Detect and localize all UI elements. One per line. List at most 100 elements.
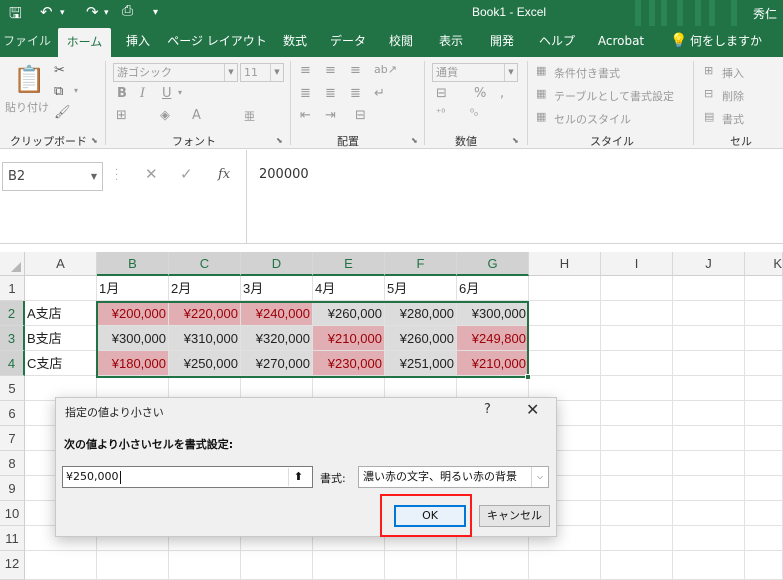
tell-me-search[interactable]: 何をしますか <box>690 26 780 57</box>
column-header-d[interactable]: D <box>241 252 313 276</box>
alignment-launcher-icon[interactable]: ⬊ <box>411 136 418 145</box>
print-preview-icon[interactable]: ⎙ <box>122 3 133 19</box>
cell-g1[interactable]: 6月 <box>457 276 529 301</box>
column-header-i[interactable]: I <box>601 252 673 276</box>
borders-icon[interactable]: ⊞ <box>116 108 127 123</box>
tab-review[interactable]: 校閲 <box>378 26 424 57</box>
underline-icon[interactable]: U <box>162 86 172 101</box>
cell-k7[interactable] <box>745 426 783 451</box>
cell-b3[interactable]: ¥300,000 <box>97 326 169 351</box>
paste-icon[interactable]: 📋 <box>13 65 45 95</box>
cell-f1[interactable]: 5月 <box>385 276 457 301</box>
cell-f4[interactable]: ¥251,000 <box>385 351 457 376</box>
cell-k12[interactable] <box>745 551 783 580</box>
column-header-b[interactable]: B <box>97 252 169 276</box>
decrease-decimal-icon[interactable]: ⁰₀ <box>470 108 478 119</box>
increase-indent-icon[interactable]: ⇥ <box>325 108 336 123</box>
align-middle-icon[interactable]: ≡ <box>325 63 336 78</box>
format-cells-button[interactable]: 書式 <box>722 111 744 127</box>
phonetic-icon[interactable]: 亜 <box>244 108 255 124</box>
row-header-4[interactable]: 4 <box>0 351 25 376</box>
accounting-format-icon[interactable]: ⊟ <box>436 86 447 101</box>
tab-home[interactable]: ホーム <box>58 28 111 57</box>
cell-b4[interactable]: ¥180,000 <box>97 351 169 376</box>
user-name[interactable]: 秀仁 <box>753 5 777 22</box>
cell-a4[interactable]: C支店 <box>25 351 97 376</box>
tab-insert[interactable]: 挿入 <box>114 26 162 57</box>
cell-b12[interactable] <box>97 551 169 580</box>
italic-icon[interactable]: I <box>140 86 145 101</box>
cell-d12[interactable] <box>241 551 313 580</box>
cell-k1[interactable] <box>745 276 783 301</box>
cell-i7[interactable] <box>601 426 673 451</box>
cell-k3[interactable] <box>745 326 783 351</box>
delete-cells-button[interactable]: 削除 <box>722 88 744 104</box>
cell-d1[interactable]: 3月 <box>241 276 313 301</box>
cell-k6[interactable] <box>745 401 783 426</box>
cell-e1[interactable]: 4月 <box>313 276 385 301</box>
cell-a2[interactable]: A支店 <box>25 301 97 326</box>
redo-icon[interactable]: ↷ <box>86 3 99 21</box>
formula-bar-grip[interactable]: · · · <box>115 166 118 186</box>
column-header-j[interactable]: J <box>673 252 745 276</box>
insert-function-icon[interactable]: fx <box>218 167 230 182</box>
cell-h1[interactable] <box>529 276 601 301</box>
cell-f12[interactable] <box>385 551 457 580</box>
redo-dropdown-icon[interactable]: ▾ <box>104 8 109 18</box>
align-right-icon[interactable]: ≣ <box>350 86 361 101</box>
cell-i1[interactable] <box>601 276 673 301</box>
delete-cells-icon[interactable]: ⊟ <box>704 87 713 100</box>
cell-g2[interactable]: ¥300,000 <box>457 301 529 326</box>
insert-cells-button[interactable]: 挿入 <box>722 65 744 81</box>
merge-center-icon[interactable]: ⊟ <box>355 108 366 123</box>
cancel-button[interactable]: キャンセル <box>479 505 550 527</box>
align-center-icon[interactable]: ≣ <box>325 86 336 101</box>
cell-h2[interactable] <box>529 301 601 326</box>
cell-d3[interactable]: ¥320,000 <box>241 326 313 351</box>
row-header-8[interactable]: 8 <box>0 451 25 476</box>
font-color-icon[interactable]: A <box>192 108 201 123</box>
format-cells-icon[interactable]: ▤ <box>704 110 714 123</box>
cell-i8[interactable] <box>601 451 673 476</box>
increase-decimal-icon[interactable]: ⁺⁰ <box>436 108 445 119</box>
cell-j4[interactable] <box>673 351 745 376</box>
cell-j8[interactable] <box>673 451 745 476</box>
tab-page-layout[interactable]: ページ レイアウト <box>166 26 268 57</box>
copy-dropdown-icon[interactable]: ▾ <box>74 86 78 95</box>
tab-view[interactable]: 表示 <box>428 26 474 57</box>
orientation-icon[interactable]: ab↗ <box>374 63 397 76</box>
column-header-a[interactable]: A <box>25 252 97 276</box>
cell-h12[interactable] <box>529 551 601 580</box>
cell-j12[interactable] <box>673 551 745 580</box>
cell-j3[interactable] <box>673 326 745 351</box>
font-name-select[interactable]: 游ゴシック ▼ <box>113 63 238 82</box>
cell-j1[interactable] <box>673 276 745 301</box>
cell-d2[interactable]: ¥240,000 <box>241 301 313 326</box>
cell-j2[interactable] <box>673 301 745 326</box>
align-left-icon[interactable]: ≣ <box>300 86 311 101</box>
cell-c3[interactable]: ¥310,000 <box>169 326 241 351</box>
cell-a3[interactable]: B支店 <box>25 326 97 351</box>
column-header-e[interactable]: E <box>313 252 385 276</box>
cell-i2[interactable] <box>601 301 673 326</box>
cell-h3[interactable] <box>529 326 601 351</box>
copy-icon[interactable]: ⧉ <box>54 84 63 99</box>
cell-k11[interactable] <box>745 526 783 551</box>
enter-icon[interactable]: ✓ <box>180 165 193 183</box>
paste-label[interactable]: 貼り付け <box>5 99 49 115</box>
ok-button[interactable]: OK <box>394 505 466 527</box>
insert-cells-icon[interactable]: ⊞ <box>704 64 713 77</box>
cell-f3[interactable]: ¥260,000 <box>385 326 457 351</box>
cell-styles-icon[interactable]: ▦ <box>536 110 546 123</box>
font-size-select[interactable]: 11 ▼ <box>240 63 284 82</box>
row-header-3[interactable]: 3 <box>0 326 25 351</box>
cell-c12[interactable] <box>169 551 241 580</box>
customize-icon[interactable]: ▾ <box>153 7 158 18</box>
row-header-9[interactable]: 9 <box>0 476 25 501</box>
format-table-icon[interactable]: ▦ <box>536 87 546 100</box>
conditional-format-icon[interactable]: ▦ <box>536 64 546 77</box>
cell-j11[interactable] <box>673 526 745 551</box>
tab-developer[interactable]: 開発 <box>478 26 526 57</box>
cell-h4[interactable] <box>529 351 601 376</box>
cell-k2[interactable] <box>745 301 783 326</box>
